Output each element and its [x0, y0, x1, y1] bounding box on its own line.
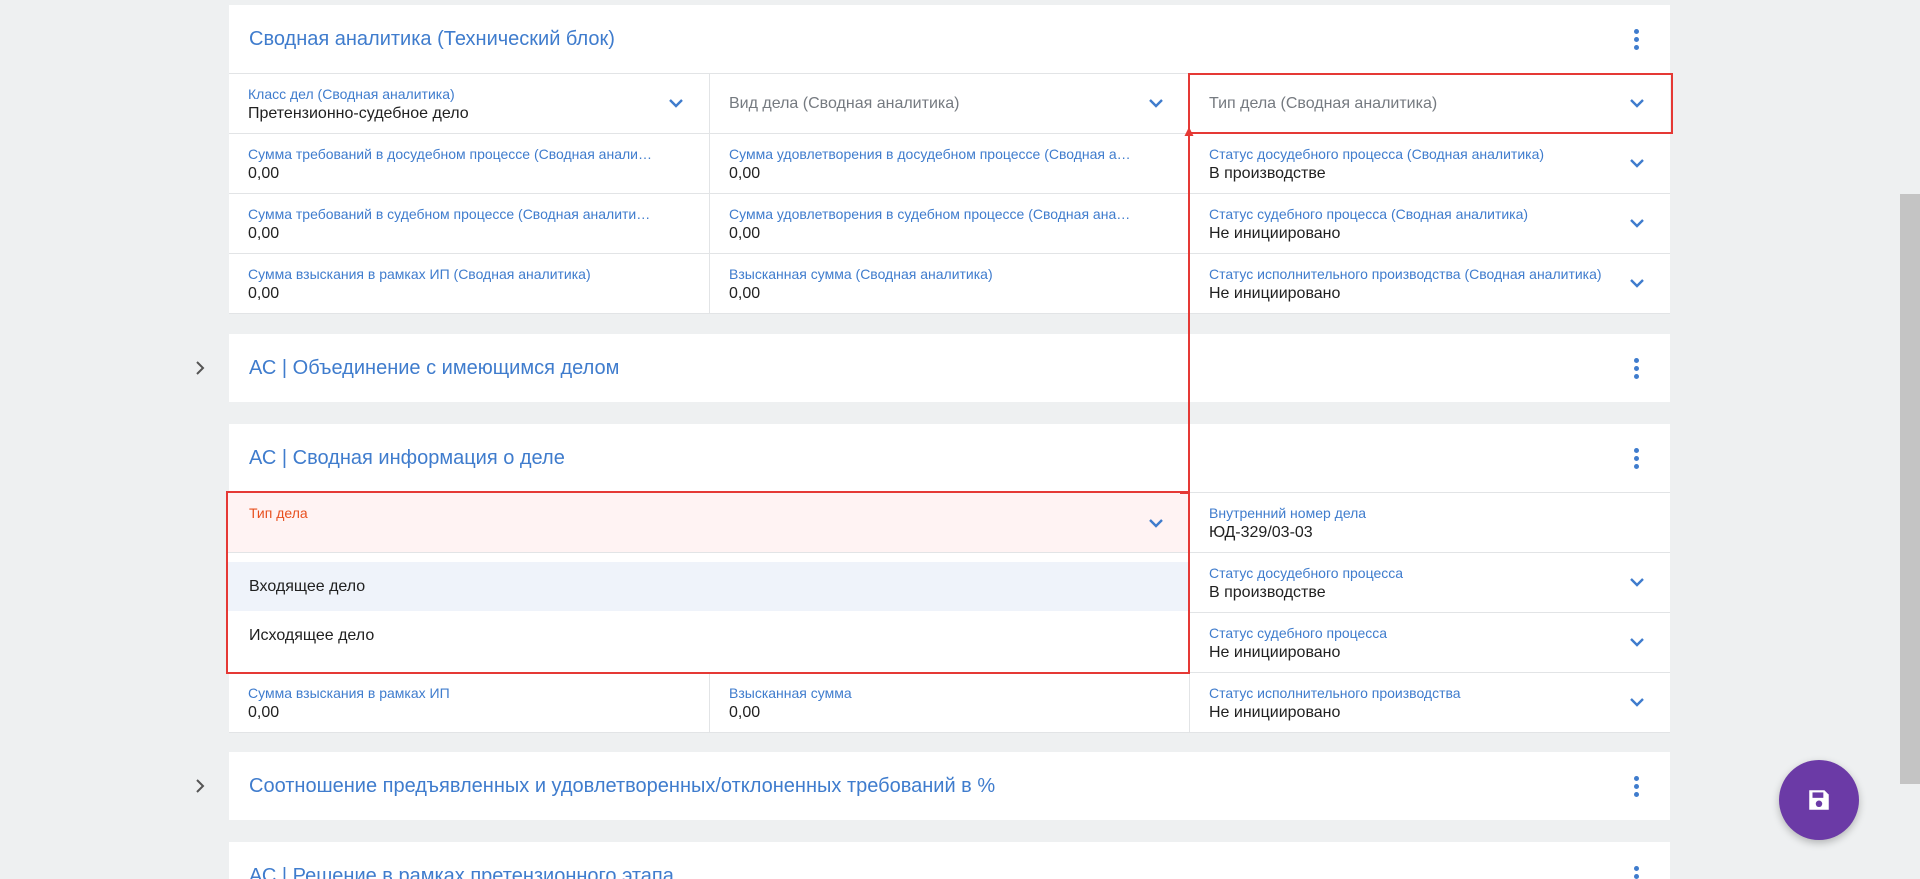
more-vertical-icon[interactable]: [1624, 5, 1648, 73]
enforcement-recovery-sum-field[interactable]: Сумма взыскания в рамках ИП 0,00: [229, 673, 709, 732]
fields-row: Сумма требований в судебном процессе (Св…: [229, 194, 1670, 254]
dropdown-options: Входящее дело Исходящее дело: [228, 553, 1188, 660]
field-value: 0,00: [248, 165, 280, 182]
chevron-down-icon[interactable]: [1627, 692, 1647, 712]
field-value: 0,00: [729, 165, 761, 182]
scrollbar-thumb[interactable]: [1900, 194, 1920, 784]
more-vertical-icon[interactable]: [1624, 424, 1648, 492]
more-vertical-icon[interactable]: [1624, 334, 1648, 402]
field-label: Статус судебного процесса (Сводная анали…: [1209, 206, 1529, 222]
field-placeholder: Вид дела (Сводная аналитика): [729, 95, 960, 112]
field-value: 0,00: [248, 225, 280, 242]
field-label: Класс дел (Сводная аналитика): [248, 86, 455, 102]
field-placeholder: Тип дела (Сводная аналитика): [1209, 95, 1438, 112]
field-value: Не инициировано: [1209, 704, 1341, 721]
chevron-down-icon[interactable]: [1627, 213, 1647, 233]
field-value: Не инициировано: [1209, 225, 1341, 242]
field-value: 0,00: [248, 285, 280, 302]
panel-title: Сводная аналитика (Технический блок): [249, 28, 615, 50]
court-satisfied-sum-field[interactable]: Сумма удовлетворения в судебном процессе…: [709, 194, 1189, 253]
field-value: В производстве: [1209, 584, 1326, 601]
court-claim-sum-field[interactable]: Сумма требований в судебном процессе (Св…: [229, 194, 709, 253]
field-label: Взысканная сумма: [729, 685, 852, 701]
field-value: Не инициировано: [1209, 644, 1341, 661]
pretrial-status-select[interactable]: Статус досудебного процесса В производст…: [1189, 553, 1670, 612]
chevron-down-icon[interactable]: [1627, 153, 1647, 173]
field-label: Статус исполнительного производства: [1209, 685, 1461, 701]
field-label: Статус судебного процесса: [1209, 625, 1388, 641]
panel-merge[interactable]: АС | Объединение с имеющимся делом: [229, 334, 1670, 402]
dropdown-option-incoming[interactable]: Входящее дело: [228, 562, 1188, 611]
pretrial-claim-sum-field[interactable]: Сумма требований в досудебном процессе (…: [229, 134, 709, 193]
connector-arrow: [1180, 127, 1194, 494]
fields-row: Сумма взыскания в рамках ИП 0,00 Взыскан…: [229, 673, 1670, 733]
panel-ratio[interactable]: Соотношение предъявленных и удовлетворен…: [229, 752, 1670, 820]
chevron-down-icon[interactable]: [1627, 273, 1647, 293]
field-label: Сумма взыскания в рамках ИП (Сводная ана…: [248, 266, 591, 282]
fields-row: Класс дел (Сводная аналитика) Претензион…: [229, 74, 1670, 134]
field-value: Претензионно-судебное дело: [248, 105, 469, 122]
court-status-select[interactable]: Статус судебного процесса (Сводная анали…: [1189, 194, 1670, 253]
case-type-dropdown[interactable]: Тип дела Входящее дело Исходящее дело: [226, 491, 1190, 674]
pretrial-status-select[interactable]: Статус досудебного процесса (Сводная ана…: [1189, 134, 1670, 193]
field-label: Статус исполнительного производства (Сво…: [1209, 266, 1602, 282]
case-type-select[interactable]: Тип дела: [228, 493, 1188, 553]
field-value: 0,00: [729, 704, 761, 721]
panel-pretrial-decision[interactable]: АС | Решение в рамках претензионного эта…: [229, 842, 1670, 879]
field-label: Статус досудебного процесса: [1209, 565, 1404, 581]
chevron-down-icon[interactable]: [1627, 572, 1647, 592]
dropdown-option-outgoing[interactable]: Исходящее дело: [228, 611, 1188, 660]
chevron-down-icon[interactable]: [1146, 513, 1166, 533]
field-label: Сумма требований в досудебном процессе (…: [248, 146, 653, 162]
chevron-down-icon[interactable]: [666, 93, 686, 113]
chevron-right-icon[interactable]: [190, 358, 210, 378]
save-button[interactable]: [1779, 760, 1859, 840]
chevron-right-icon[interactable]: [190, 776, 210, 796]
case-type-summary-select[interactable]: Тип дела (Сводная аналитика): [1189, 74, 1670, 133]
field-value: В производстве: [1209, 165, 1326, 182]
enforcement-status-select[interactable]: Статус исполнительного производства (Сво…: [1189, 254, 1670, 313]
field-label: Тип дела: [249, 505, 308, 521]
panel-title: Соотношение предъявленных и удовлетворен…: [249, 775, 996, 797]
panel-header: Соотношение предъявленных и удовлетворен…: [229, 752, 1670, 820]
field-value: 0,00: [729, 225, 761, 242]
more-vertical-icon[interactable]: [1624, 752, 1648, 820]
field-label: Взысканная сумма (Сводная аналитика): [729, 266, 993, 282]
enforcement-status-select[interactable]: Статус исполнительного производства Не и…: [1189, 673, 1670, 732]
field-value: Не инициировано: [1209, 285, 1341, 302]
field-value: 0,00: [248, 704, 280, 721]
court-status-select[interactable]: Статус судебного процесса Не инициирован…: [1189, 613, 1670, 672]
case-class-select[interactable]: Класс дел (Сводная аналитика) Претензион…: [229, 74, 709, 133]
case-kind-select[interactable]: Вид дела (Сводная аналитика): [709, 74, 1189, 133]
chevron-down-icon[interactable]: [1627, 93, 1647, 113]
field-label: Статус досудебного процесса (Сводная ана…: [1209, 146, 1545, 162]
recovered-sum-field[interactable]: Взысканная сумма (Сводная аналитика) 0,0…: [709, 254, 1189, 313]
enforcement-recovery-sum-field[interactable]: Сумма взыскания в рамках ИП (Сводная ана…: [229, 254, 709, 313]
fields-grid: Класс дел (Сводная аналитика) Претензион…: [229, 73, 1670, 314]
fields-row: Сумма взыскания в рамках ИП (Сводная ана…: [229, 254, 1670, 314]
panel-header: АС | Сводная информация о деле: [229, 424, 1670, 492]
field-value: 0,00: [729, 285, 761, 302]
fields-row: Сумма требований в досудебном процессе (…: [229, 134, 1670, 194]
field-label: Сумма удовлетворения в судебном процессе…: [729, 206, 1133, 222]
panel-header: Сводная аналитика (Технический блок): [229, 5, 1670, 73]
field-label: Сумма взыскания в рамках ИП: [248, 685, 450, 701]
internal-case-number-field[interactable]: Внутренний номер дела ЮД-329/03-03: [1189, 493, 1670, 552]
field-label: Сумма удовлетворения в досудебном процес…: [729, 146, 1133, 162]
chevron-down-icon[interactable]: [1146, 93, 1166, 113]
panel-header: АС | Решение в рамках претензионного эта…: [229, 842, 1670, 879]
panel-title: АС | Объединение с имеющимся делом: [249, 357, 620, 379]
field-label: Внутренний номер дела: [1209, 505, 1367, 521]
panel-header: АС | Объединение с имеющимся делом: [229, 334, 1670, 402]
chevron-down-icon[interactable]: [1627, 632, 1647, 652]
field-value: ЮД-329/03-03: [1209, 524, 1313, 541]
panel-title: АС | Решение в рамках претензионного эта…: [249, 865, 674, 879]
panel-summary-tech: Сводная аналитика (Технический блок) Кла…: [229, 5, 1670, 314]
recovered-sum-field[interactable]: Взысканная сумма 0,00: [709, 673, 1189, 732]
save-icon: [1809, 790, 1829, 810]
field-label: Сумма требований в судебном процессе (Св…: [248, 206, 653, 222]
more-vertical-icon[interactable]: [1624, 842, 1648, 879]
pretrial-satisfied-sum-field[interactable]: Сумма удовлетворения в досудебном процес…: [709, 134, 1189, 193]
panel-title: АС | Сводная информация о деле: [249, 447, 565, 469]
